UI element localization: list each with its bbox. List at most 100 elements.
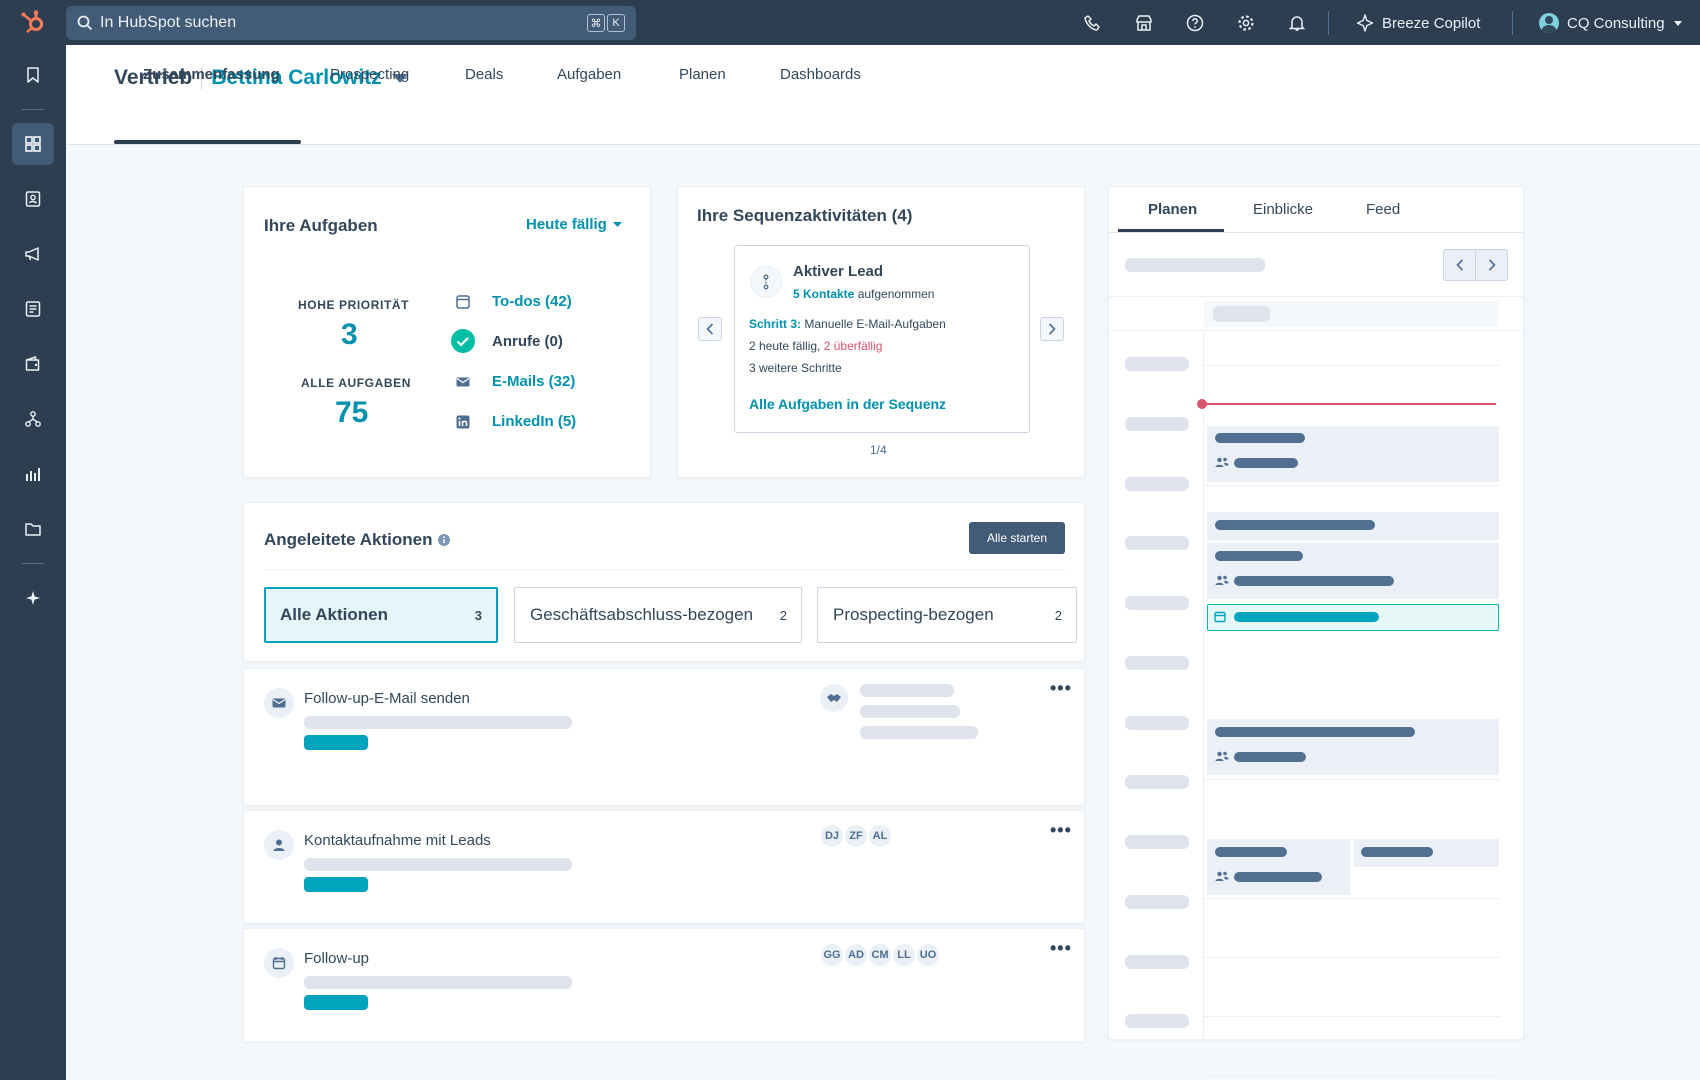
contacts-icon[interactable]: [12, 178, 54, 220]
linkedin-icon: [451, 410, 475, 434]
overdue-text: 2 überfällig: [823, 339, 883, 353]
time-label-placeholder: [1125, 775, 1189, 789]
filter-deal-closing[interactable]: Geschäftsabschluss-bezogen 2: [514, 587, 802, 643]
tab-feed[interactable]: Feed: [1366, 201, 1400, 218]
workspaces-grid-icon[interactable]: [12, 123, 54, 165]
avatar: [1539, 13, 1559, 33]
settings-gear-icon[interactable]: [1235, 12, 1257, 34]
tab-einblicke[interactable]: Einblicke: [1253, 201, 1313, 218]
chevron-down-icon: [1673, 18, 1683, 28]
breeze-sparkle-icon[interactable]: [12, 577, 54, 619]
hour-line: [1204, 365, 1500, 366]
help-icon[interactable]: [1184, 12, 1206, 34]
notifications-bell-icon[interactable]: [1286, 12, 1308, 34]
avatar[interactable]: CM: [868, 943, 892, 967]
more-options-icon[interactable]: •••: [1050, 820, 1072, 841]
avatar[interactable]: UO: [916, 943, 940, 967]
avatar[interactable]: GG: [820, 943, 844, 967]
avatar[interactable]: ZF: [844, 824, 868, 848]
sequence-prev-button[interactable]: [698, 317, 722, 341]
attendees-icon: [1215, 871, 1229, 881]
sparkle-icon: [1356, 14, 1374, 32]
sequence-card-title: Aktiver Lead: [793, 263, 884, 280]
emails-link[interactable]: E-Mails (32): [492, 373, 575, 390]
global-search[interactable]: ⌘ K: [66, 6, 636, 40]
task-icon: [1214, 611, 1226, 623]
placeholder-bar: [304, 858, 572, 871]
event-detail-placeholder: [1234, 576, 1394, 586]
reporting-chart-icon[interactable]: [12, 453, 54, 495]
avatar[interactable]: DJ: [820, 824, 844, 848]
placeholder-bar: [860, 684, 954, 697]
account-name: CQ Consulting: [1567, 14, 1665, 32]
marketing-megaphone-icon[interactable]: [12, 233, 54, 275]
time-label-placeholder: [1125, 477, 1189, 491]
hour-line: [1204, 957, 1500, 958]
calendar-next-button[interactable]: [1475, 249, 1508, 281]
calendar-prev-button[interactable]: [1443, 249, 1476, 281]
avatar[interactable]: LL: [892, 943, 916, 967]
tab-aufgaben[interactable]: Aufgaben: [557, 66, 621, 90]
action-tag-placeholder: [304, 877, 368, 892]
action-tag-placeholder: [304, 735, 368, 750]
automation-workflow-icon[interactable]: [12, 398, 54, 440]
high-priority-count[interactable]: 3: [341, 318, 358, 352]
breeze-copilot-button[interactable]: Breeze Copilot: [1356, 11, 1480, 35]
tab-prospecting[interactable]: Prospecting: [330, 66, 409, 90]
calendar-follow-up-icon: [264, 948, 294, 978]
task-title-placeholder: [1234, 612, 1379, 622]
time-label-placeholder: [1125, 1014, 1189, 1028]
hubspot-logo-icon[interactable]: [20, 9, 46, 35]
step-text: Manuelle E-Mail-Aufgaben: [804, 317, 946, 331]
contacts-link[interactable]: 5 Kontakte: [793, 287, 854, 301]
placeholder-bar: [1213, 306, 1270, 322]
event-title-placeholder: [1215, 551, 1303, 561]
filter-count: 3: [474, 607, 482, 623]
guided-header-divider: [264, 569, 1066, 570]
more-options-icon[interactable]: •••: [1050, 678, 1072, 699]
filter-all-actions[interactable]: Alle Aktionen 3: [264, 587, 498, 643]
library-folder-icon[interactable]: [12, 508, 54, 550]
commerce-wallet-icon[interactable]: [12, 343, 54, 385]
more-options-icon[interactable]: •••: [1050, 938, 1072, 959]
search-input[interactable]: [100, 6, 540, 40]
tab-zusammenfassung[interactable]: Zusammenfassung: [143, 66, 280, 90]
due-today-filter[interactable]: Heute fällig: [526, 216, 622, 233]
time-label-placeholder: [1125, 716, 1189, 730]
filter-count: 2: [1054, 607, 1062, 623]
avatar[interactable]: AL: [868, 824, 892, 848]
tab-deals[interactable]: Deals: [465, 66, 503, 90]
tab-planen[interactable]: Planen: [679, 66, 726, 90]
all-sequence-tasks-link[interactable]: Alle Aufgaben in der Sequenz: [749, 396, 946, 412]
content-icon[interactable]: [12, 288, 54, 330]
time-label-placeholder: [1125, 656, 1189, 670]
filter-label: Geschäftsabschluss-bezogen: [530, 605, 754, 624]
shortcut-cmd-key: ⌘: [587, 14, 605, 32]
linkedin-link[interactable]: LinkedIn (5): [492, 413, 576, 430]
todos-link[interactable]: To-dos (42): [492, 293, 572, 310]
tab-planen[interactable]: Planen: [1148, 201, 1197, 218]
tasks-title: Ihre Aufgaben: [264, 216, 378, 235]
contacts-suffix: aufgenommen: [857, 287, 935, 301]
filter-prospecting[interactable]: Prospecting-bezogen 2: [817, 587, 1077, 643]
time-label-placeholder: [1125, 596, 1189, 610]
time-column-divider: [1203, 330, 1204, 1040]
event-title-placeholder: [1361, 847, 1433, 857]
event-title-placeholder: [1215, 520, 1375, 530]
info-icon[interactable]: [438, 534, 451, 546]
marketplace-icon[interactable]: [1133, 12, 1155, 34]
all-tasks-count[interactable]: 75: [335, 396, 368, 430]
account-menu[interactable]: CQ Consulting: [1539, 11, 1683, 35]
guided-actions-heading: Angeleitete Aktionen: [264, 530, 451, 550]
sequence-step-line: Schritt 3: Manuelle E-Mail-Aufgaben: [749, 317, 946, 331]
phone-icon[interactable]: [1082, 12, 1104, 34]
bookmarks-icon[interactable]: [12, 54, 54, 96]
sequence-next-button[interactable]: [1040, 317, 1064, 341]
start-all-button[interactable]: Alle starten: [969, 522, 1065, 554]
time-label-placeholder: [1125, 536, 1189, 550]
event-detail-placeholder: [1234, 872, 1322, 882]
filter-label: Alle Aktionen: [280, 605, 388, 624]
avatar[interactable]: AD: [844, 943, 868, 967]
tab-dashboards[interactable]: Dashboards: [780, 66, 861, 90]
contact-person-icon: [264, 830, 294, 860]
